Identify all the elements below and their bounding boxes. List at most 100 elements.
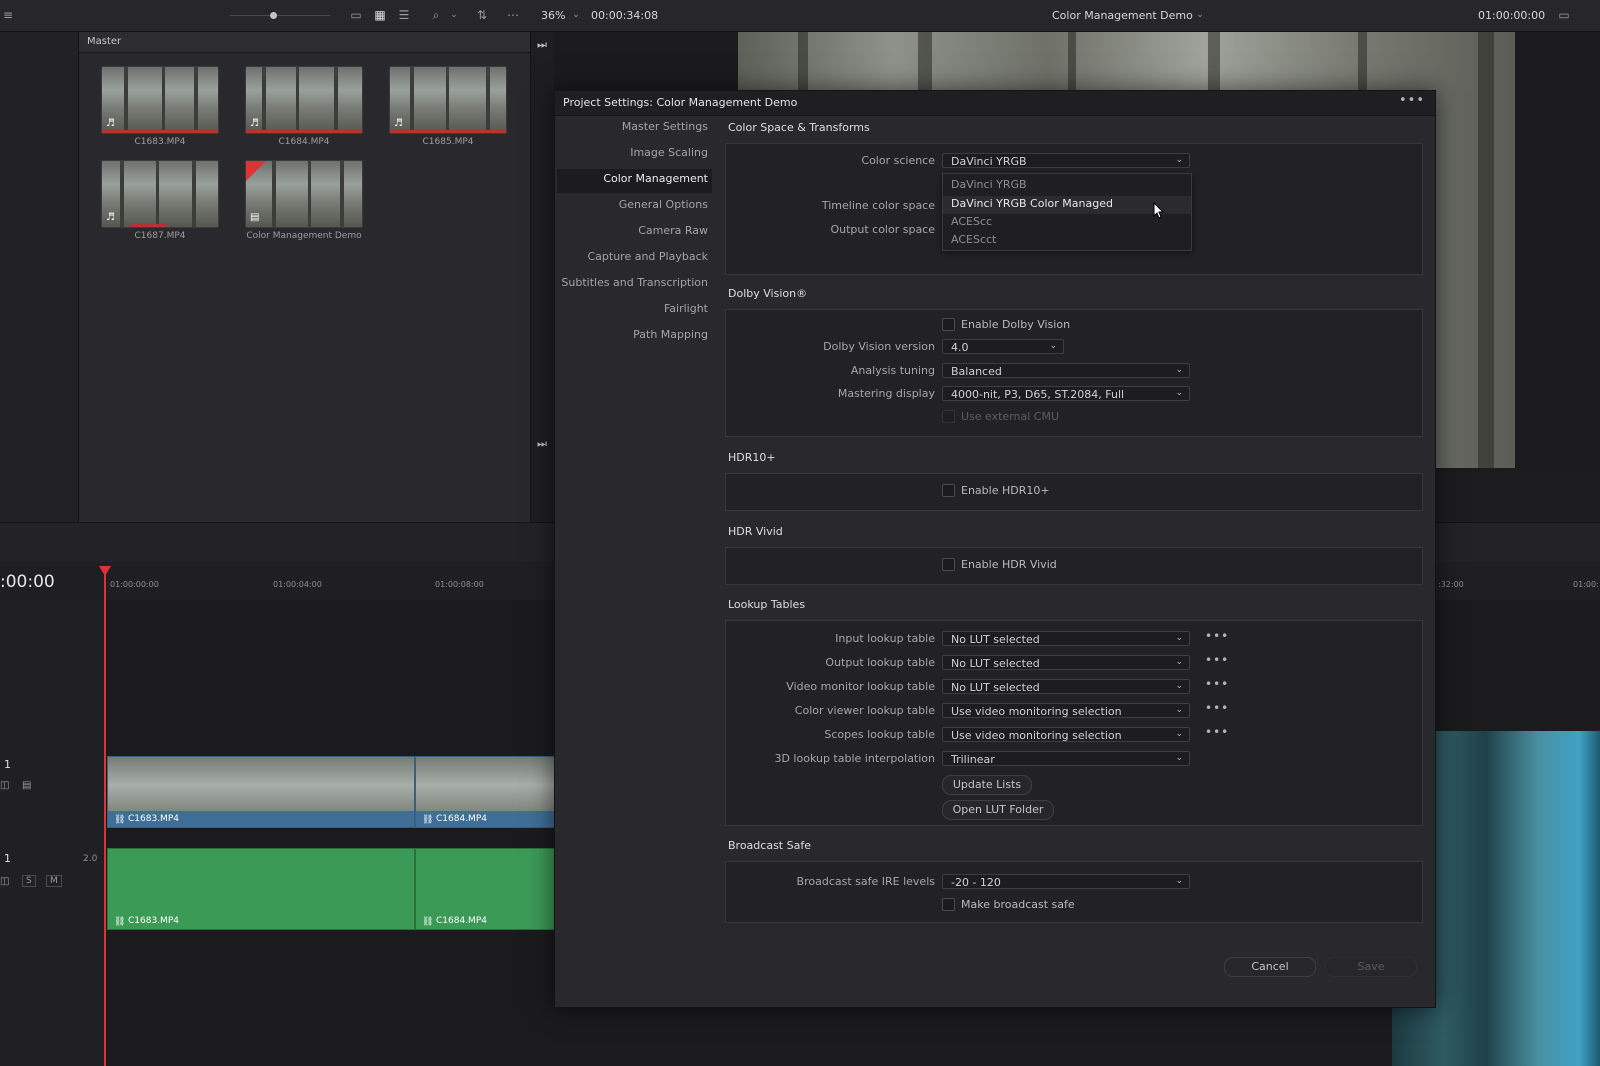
scopes-lut-more-icon[interactable]: •••: [1205, 725, 1229, 739]
update-lists-button[interactable]: Update Lists: [942, 775, 1032, 795]
playhead[interactable]: [104, 568, 106, 1066]
nav-color-management[interactable]: Color Management: [558, 172, 708, 185]
panel-toggle-icon[interactable]: ≡: [0, 8, 16, 22]
skip-forward-icon[interactable]: ⏭: [537, 38, 547, 52]
chevron-down-icon: ⌄: [1175, 155, 1183, 165]
nav-capture-playback[interactable]: Capture and Playback: [558, 250, 708, 263]
chevron-down-icon: ⌄: [1175, 753, 1183, 763]
project-chevron-icon[interactable]: ⌄: [1192, 8, 1208, 22]
menu-item-davinci-yrgb-color-managed[interactable]: DaVinci YRGB Color Managed: [951, 197, 1113, 210]
metadata-view-icon[interactable]: ▭: [348, 8, 364, 22]
nav-general-options[interactable]: General Options: [558, 198, 708, 211]
output-lut-more-icon[interactable]: •••: [1205, 653, 1229, 667]
section-title-hdr10: HDR10+: [728, 451, 776, 464]
more-options-icon[interactable]: ⋯: [505, 8, 521, 22]
enable-hdr-vivid-checkbox[interactable]: [942, 558, 955, 571]
thumbnail-size-slider[interactable]: [230, 15, 330, 16]
nav-image-scaling[interactable]: Image Scaling: [558, 146, 708, 159]
track-visibility-icon[interactable]: ◫: [0, 876, 9, 887]
video-monitor-lut-more-icon[interactable]: •••: [1205, 677, 1229, 691]
color-viewer-lut-more-icon[interactable]: •••: [1205, 701, 1229, 715]
video-monitor-lut-label: Video monitor lookup table: [786, 680, 935, 693]
ruler-label: 01:00:08:00: [435, 580, 484, 589]
video-monitor-lut-dropdown[interactable]: No LUT selected ⌄: [942, 679, 1190, 694]
enable-dolby-label: Enable Dolby Vision: [961, 318, 1071, 331]
color-viewer-lut-dropdown[interactable]: Use video monitoring selection ⌄: [942, 703, 1190, 718]
lut-interpolation-dropdown[interactable]: Trilinear ⌄: [942, 751, 1190, 766]
menu-item-acescc[interactable]: ACEScc: [951, 215, 992, 228]
broadcast-ire-dropdown[interactable]: -20 - 120 ⌄: [942, 874, 1190, 889]
skip-forward-icon[interactable]: ⏭: [537, 437, 547, 451]
project-title[interactable]: Color Management Demo: [1052, 9, 1193, 22]
search-icon[interactable]: ⌕: [428, 8, 444, 22]
input-lut-dropdown[interactable]: No LUT selected ⌄: [942, 631, 1190, 646]
mute-button[interactable]: M: [46, 875, 62, 887]
clip-thumbnail[interactable]: ♬: [101, 66, 219, 134]
section-luts: [725, 620, 1423, 826]
video-clip[interactable]: C1683.MP4 ⛓: [107, 756, 415, 828]
zoom-level[interactable]: 36%: [541, 9, 565, 22]
color-science-dropdown[interactable]: DaVinci YRGB ⌄: [942, 153, 1190, 168]
make-broadcast-safe-checkbox[interactable]: [942, 898, 955, 911]
thumbnail-view-icon[interactable]: ▦: [372, 8, 388, 22]
chevron-down-icon: ⌄: [1175, 705, 1183, 715]
cancel-button[interactable]: Cancel: [1224, 957, 1316, 977]
track-visibility-icon[interactable]: ◫: [0, 780, 9, 791]
open-lut-folder-button[interactable]: Open LUT Folder: [942, 800, 1054, 820]
chevron-down-icon[interactable]: ⌄: [446, 8, 462, 22]
sort-icon[interactable]: ⇅: [474, 8, 490, 22]
menu-item-acescct[interactable]: ACEScct: [951, 233, 996, 246]
ruler-label: 01:00:: [1573, 580, 1599, 589]
lut-interpolation-label: 3D lookup table interpolation: [774, 752, 935, 765]
record-timecode: 01:00:00:00: [1478, 9, 1546, 22]
enable-dolby-checkbox[interactable]: [942, 318, 955, 331]
nav-path-mapping[interactable]: Path Mapping: [558, 328, 708, 341]
playhead-handle[interactable]: [99, 566, 111, 576]
dolby-version-dropdown[interactable]: 4.0 ⌄: [942, 339, 1064, 354]
audio-icon: ♬: [394, 118, 403, 129]
timeline-thumbnail[interactable]: ▤: [245, 160, 363, 228]
nav-camera-raw[interactable]: Camera Raw: [558, 224, 708, 237]
nav-fairlight[interactable]: Fairlight: [558, 302, 708, 315]
top-toolbar: ≡ ▭ ▦ ☰ ⌕ ⌄ ⇅ ⋯ 36% ⌄ 00:00:34:08 Color …: [0, 0, 1600, 32]
clip-thumbnail[interactable]: ♬: [245, 66, 363, 134]
mastering-display-dropdown[interactable]: 4000-nit, P3, D65, ST.2084, Full ⌄: [942, 386, 1190, 401]
project-settings-dialog: Project Settings: Color Management Demo …: [554, 90, 1436, 1008]
audio-clip[interactable]: C1684.MP4 ⛓: [415, 848, 557, 930]
scopes-lut-dropdown[interactable]: Use video monitoring selection ⌄: [942, 727, 1190, 742]
external-cmu-checkbox[interactable]: [942, 410, 955, 423]
solo-button[interactable]: S: [22, 875, 36, 887]
menu-item-davinci-yrgb[interactable]: DaVinci YRGB: [951, 178, 1027, 191]
ruler-label: 01:00:00:00: [110, 580, 159, 589]
more-options-icon[interactable]: •••: [1399, 93, 1425, 108]
link-icon: ⛓: [422, 815, 434, 825]
clip-label: C1685.MP4: [422, 137, 474, 147]
clip-thumbnail[interactable]: ♬: [101, 160, 219, 228]
save-button[interactable]: Save: [1325, 957, 1417, 977]
section-title-dolby: Dolby Vision®: [728, 287, 808, 300]
video-clip[interactable]: C1684.MP4 ⛓: [415, 756, 557, 828]
enable-hdr10-label: Enable HDR10+: [961, 484, 1050, 497]
analysis-tuning-dropdown[interactable]: Balanced ⌄: [942, 363, 1190, 378]
nav-subtitles[interactable]: Subtitles and Transcription: [558, 276, 708, 289]
audio-clip[interactable]: C1683.MP4 ⛓: [107, 848, 415, 930]
enable-hdr10-checkbox[interactable]: [942, 484, 955, 497]
clip-thumbnail[interactable]: ♬: [389, 66, 507, 134]
nav-master-settings[interactable]: Master Settings: [558, 120, 708, 133]
enable-hdr-vivid-label: Enable HDR Vivid: [961, 558, 1057, 571]
list-view-icon[interactable]: ☰: [396, 8, 412, 22]
chevron-down-icon: ⌄: [1175, 729, 1183, 739]
zoom-chevron-icon[interactable]: ⌄: [568, 8, 584, 22]
color-science-label: Color science: [861, 154, 935, 167]
section-title-luts: Lookup Tables: [728, 598, 806, 611]
bin-name: Master: [87, 36, 122, 47]
color-viewer-lut-label: Color viewer lookup table: [794, 704, 935, 717]
output-lut-dropdown[interactable]: No LUT selected ⌄: [942, 655, 1190, 670]
track-lock-icon[interactable]: ▤: [22, 780, 31, 791]
mouse-cursor-icon: [1153, 202, 1165, 219]
input-lut-more-icon[interactable]: •••: [1205, 629, 1229, 643]
viewer-mode-icon[interactable]: ▭: [1556, 8, 1572, 22]
section-broadcast: [725, 861, 1423, 923]
chevron-down-icon: ⌄: [1175, 388, 1183, 398]
slider-handle[interactable]: [270, 12, 277, 19]
